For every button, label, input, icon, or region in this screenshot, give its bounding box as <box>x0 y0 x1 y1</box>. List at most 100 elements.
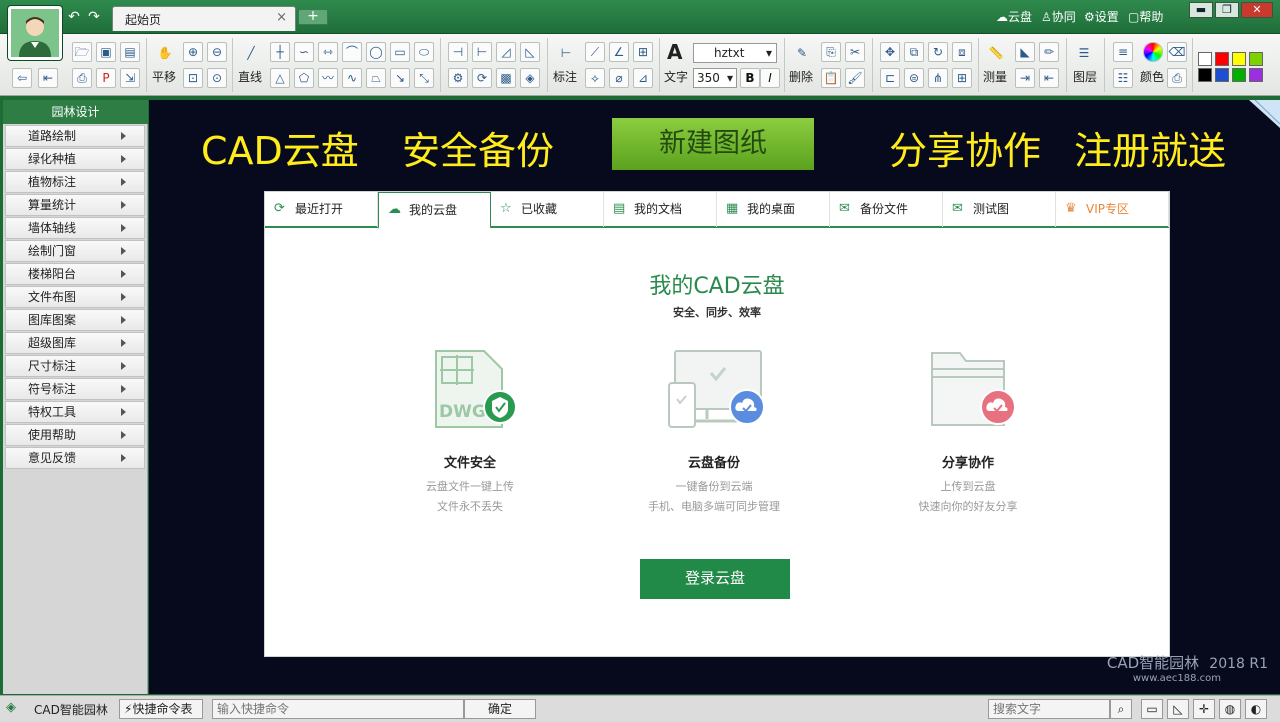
minimize-button[interactable]: ▬ <box>1189 2 1213 18</box>
measure-label[interactable]: 测量 <box>983 68 1007 85</box>
login-cloud-button[interactable]: 登录云盘 <box>640 559 790 599</box>
polygon-icon[interactable]: ⬠ <box>294 68 314 88</box>
zoom-all-icon[interactable]: ⊙ <box>207 68 227 88</box>
return-icon[interactable]: ⇤ <box>38 68 58 88</box>
new-drawing-button[interactable]: 新建图纸 <box>612 118 814 170</box>
annotate-label[interactable]: 标注 <box>553 68 577 85</box>
gear-edit-icon[interactable]: ⚙ <box>448 68 468 88</box>
panel-tab[interactable]: ▦ 我的桌面 <box>717 192 830 227</box>
sidebar-item[interactable]: 绘制门窗 <box>5 240 145 262</box>
clear-icon[interactable]: ⌫ <box>1167 42 1187 62</box>
command-input[interactable] <box>212 699 464 719</box>
pan-label[interactable]: 平移 <box>152 68 176 85</box>
arc-icon[interactable]: ⌒ <box>342 42 362 62</box>
cut-icon[interactable]: ✂ <box>845 42 865 62</box>
pdf-icon[interactable]: P <box>96 68 116 88</box>
color-swatch[interactable] <box>1198 52 1212 66</box>
panel-tab[interactable]: ⟳ 最近打开 <box>265 192 378 227</box>
crosshair-icon[interactable]: ✛ <box>1193 699 1215 719</box>
continuous-dim-icon[interactable]: ⊞ <box>633 42 653 62</box>
sidebar-title[interactable]: 园林设计 <box>3 100 148 124</box>
trapezoid-icon[interactable]: ⏢ <box>366 68 386 88</box>
color-swatch[interactable] <box>1198 68 1212 82</box>
save-as-icon[interactable]: ▤ <box>120 42 140 62</box>
user-avatar[interactable] <box>8 6 62 60</box>
zoom-out-icon[interactable]: ⊖ <box>207 42 227 62</box>
cloud-link[interactable]: ☁云盘 <box>996 8 1032 25</box>
polyline-icon[interactable]: ┼ <box>270 42 290 62</box>
brush-icon[interactable]: 🖌 <box>845 68 865 88</box>
scale-icon[interactable]: ⧉ <box>904 42 924 62</box>
sidebar-item[interactable]: 文件布图 <box>5 286 145 308</box>
spline-icon[interactable]: ∽ <box>294 42 314 62</box>
fill-icon[interactable]: ◈ <box>520 68 540 88</box>
render-icon[interactable]: ◐ <box>1245 699 1267 719</box>
angle-dim-icon[interactable]: ∠ <box>609 42 629 62</box>
zoom-in-icon[interactable]: ⊕ <box>183 42 203 62</box>
italic-button[interactable]: I <box>760 68 780 88</box>
color-swatch[interactable] <box>1215 68 1229 82</box>
panel-tab[interactable]: ✉ 备份文件 <box>830 192 943 227</box>
color-swatch[interactable] <box>1232 68 1246 82</box>
arrow-line-icon[interactable]: ↘ <box>390 68 410 88</box>
sidebar-item[interactable]: 尺寸标注 <box>5 355 145 377</box>
shortcut-table-button[interactable]: ⚡快捷命令表 <box>119 699 203 719</box>
panel-tab[interactable]: ▤ 我的文档 <box>604 192 717 227</box>
layout-icon[interactable]: ◺ <box>1167 699 1189 719</box>
print-icon[interactable]: ⎙ <box>72 68 92 88</box>
tab-close-icon[interactable]: × <box>276 10 287 25</box>
trim-icon[interactable]: ⊣ <box>448 42 468 62</box>
font-select[interactable]: hztxt ▾ <box>693 43 777 63</box>
triangle-icon[interactable]: △ <box>270 68 290 88</box>
pan-hand-icon[interactable]: ✋ <box>155 44 175 64</box>
mirror-icon[interactable]: ⋔ <box>928 68 948 88</box>
delete-label[interactable]: 删除 <box>789 68 813 85</box>
search-text-input[interactable] <box>988 699 1110 719</box>
panel-tab[interactable]: ☁ 我的云盘 <box>378 192 491 229</box>
color-swatch[interactable] <box>1249 68 1263 82</box>
rotate2-icon[interactable]: ↻ <box>928 42 948 62</box>
leader-icon[interactable]: ⊿ <box>633 68 653 88</box>
sidebar-item[interactable]: 使用帮助 <box>5 424 145 446</box>
layer-icon[interactable]: ☰ <box>1074 44 1094 64</box>
save-icon[interactable]: ▣ <box>96 42 116 62</box>
sidebar-item[interactable]: 墙体轴线 <box>5 217 145 239</box>
help-link[interactable]: ▢帮助 <box>1128 8 1163 25</box>
sidebar-item[interactable]: 绿化种植 <box>5 148 145 170</box>
color-label[interactable]: 颜色 <box>1140 68 1164 85</box>
color-swatch[interactable] <box>1232 52 1246 66</box>
add-tab-button[interactable]: + <box>298 9 328 25</box>
print-style-icon[interactable]: ⎙ <box>1167 68 1187 88</box>
area-icon[interactable]: ◣ <box>1015 42 1035 62</box>
array-icon[interactable]: ⧈ <box>952 42 972 62</box>
search-icon[interactable]: ⌕ <box>1110 699 1132 719</box>
fillet-icon[interactable]: ◿ <box>496 42 516 62</box>
redo-icon[interactable]: ↷ <box>86 9 102 25</box>
sidebar-item[interactable]: 意见反馈 <box>5 447 145 469</box>
panel-tab[interactable]: ♛ VIP专区 <box>1056 192 1169 227</box>
chamfer-icon[interactable]: ◺ <box>520 42 540 62</box>
curve-icon[interactable]: ∿ <box>342 68 362 88</box>
lineweight-icon[interactable]: ☷ <box>1113 68 1133 88</box>
undo-icon[interactable]: ↶ <box>66 9 82 25</box>
layer-label[interactable]: 图层 <box>1073 68 1097 85</box>
settings-link[interactable]: ⚙设置 <box>1084 8 1119 25</box>
panel-tab[interactable]: ✉ 测试图 <box>943 192 1056 227</box>
zoom-window-icon[interactable]: ⊡ <box>183 68 203 88</box>
measure-icon[interactable]: 📏 <box>986 44 1006 64</box>
double-arrow-icon[interactable]: ⤡ <box>414 68 434 88</box>
text-label[interactable]: 文字 <box>664 68 688 85</box>
copy-icon[interactable]: ⎘ <box>821 42 841 62</box>
eraser-icon[interactable]: ✎ <box>792 44 812 64</box>
paste-icon[interactable]: 📋 <box>821 68 841 88</box>
sidebar-item[interactable]: 植物标注 <box>5 171 145 193</box>
annotate-icon[interactable]: ⊢ <box>556 44 576 64</box>
rectangle-icon[interactable]: ▭ <box>390 42 410 62</box>
color-wheel-icon[interactable] <box>1143 42 1163 62</box>
sidebar-item[interactable]: 特权工具 <box>5 401 145 423</box>
circle-icon[interactable]: ◯ <box>366 42 386 62</box>
collab-link[interactable]: ♙协同 <box>1041 8 1076 25</box>
text-icon[interactable]: A <box>667 40 682 64</box>
sidebar-item[interactable]: 道路绘制 <box>5 125 145 147</box>
color-swatch[interactable] <box>1215 52 1229 66</box>
